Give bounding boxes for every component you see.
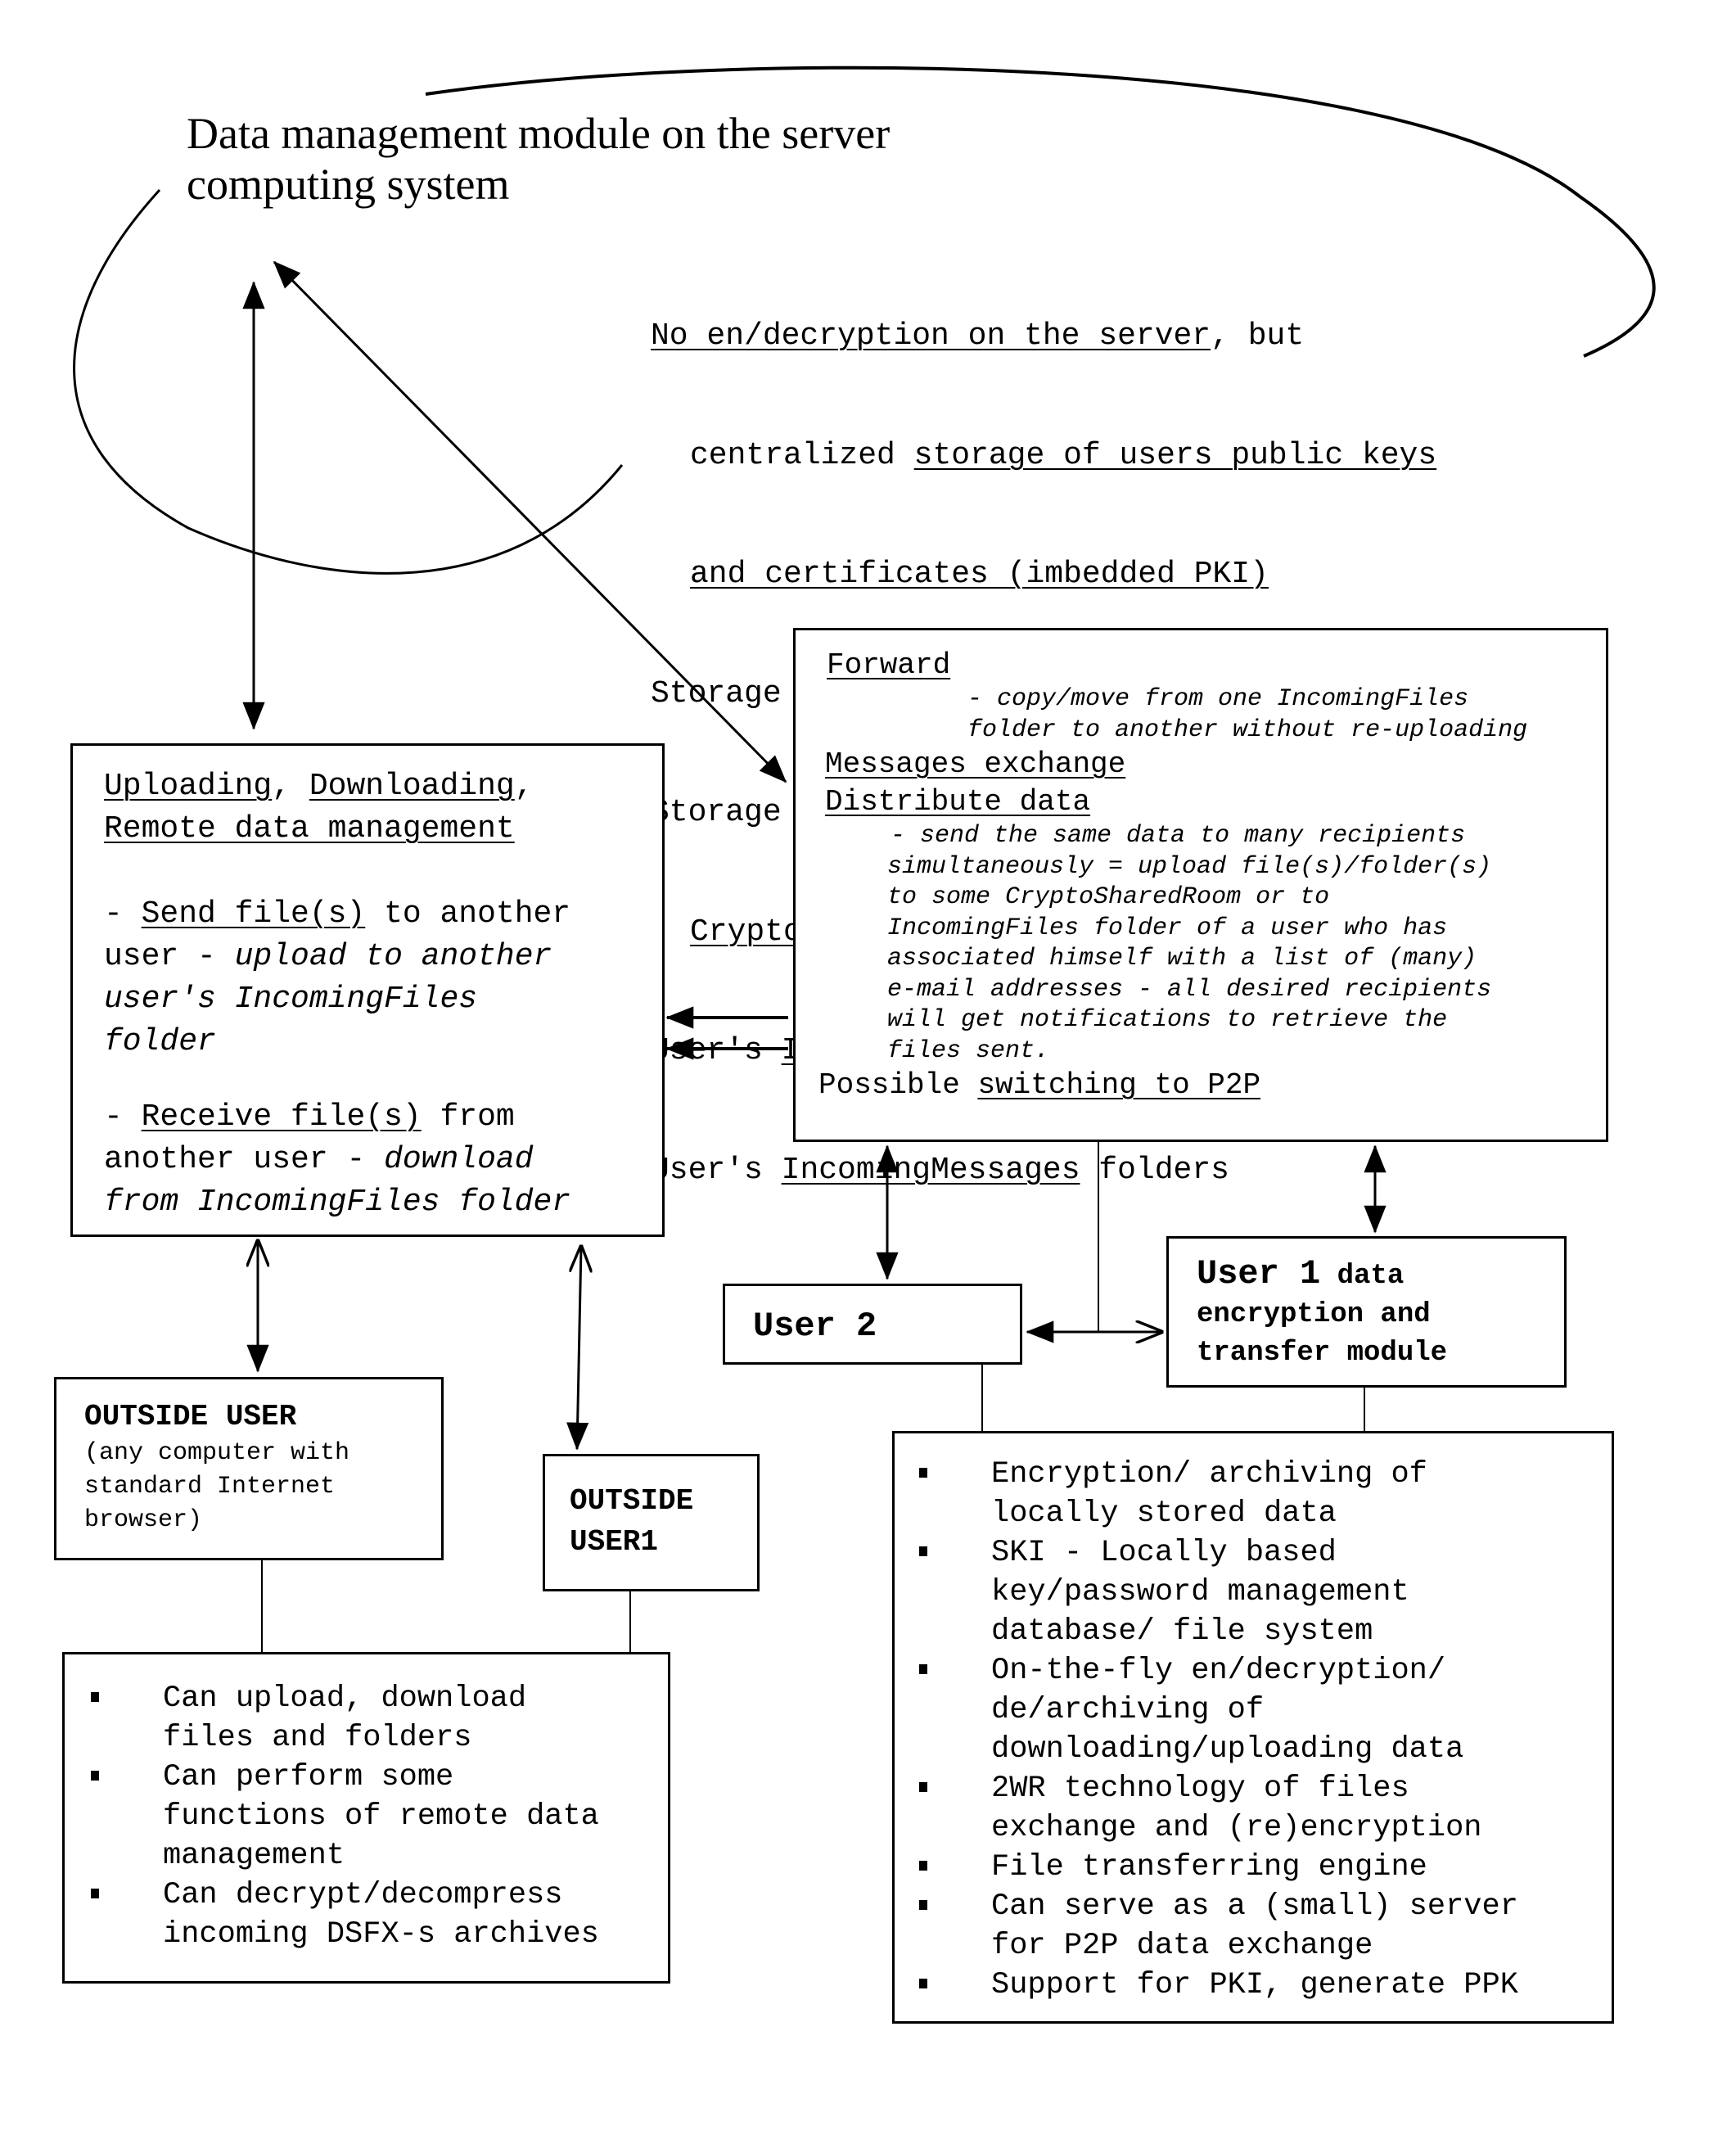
forward-heading: Forward [827, 648, 951, 682]
capability-item: On-the-fly en/decryption/de/archiving of… [904, 1651, 1612, 1769]
user2-label: User 2 [753, 1307, 877, 1346]
server-title-line1: Data management module on the server [187, 109, 891, 158]
receive-files-line2: another user - download [104, 1142, 534, 1177]
server-title-line2: computing system [187, 160, 510, 209]
server-title: Data management module on the server com… [187, 108, 890, 210]
capability-item: Can upload, download files and folders [76, 1679, 668, 1758]
capability-item: 2WR technology of files exchange and (re)… [904, 1769, 1612, 1848]
forward-box: Forward - copy/move from one IncomingFil… [793, 628, 1608, 1142]
outside-capabilities-list: Can upload, download files and folders Ca… [65, 1679, 668, 1954]
outside-user-desc: (any computer with standard Internet bro… [84, 1439, 350, 1534]
server-feature: No en/decryption on the server, but [651, 318, 1305, 354]
upload-heading-line2: Remote data management [104, 811, 515, 846]
receive-files-line1: - Receive file(s) from [104, 1099, 515, 1135]
upload-heading-line1: Uploading, Downloading, [104, 769, 534, 804]
forward-desc-1: - copy/move from one IncomingFiles [967, 685, 1469, 713]
user1-capabilities-list: Encryption/ archiving of locally stored d… [895, 1455, 1612, 2005]
capability-item: Can serve as a (small) server for P2P dat… [904, 1887, 1612, 1966]
arrow-upload-outside-user1 [577, 1246, 581, 1449]
receive-files-line3: from IncomingFiles folder [104, 1185, 571, 1220]
outside-user1-box: OUTSIDE USER1 [543, 1454, 760, 1591]
send-files-line1: - Send file(s) to another [104, 896, 571, 932]
outside-capabilities-box: Can upload, download files and folders Ca… [62, 1652, 670, 1984]
capability-item: Encryption/ archiving of locally stored d… [904, 1455, 1612, 1533]
capability-item: File transferring engine [904, 1848, 1612, 1887]
messages-heading: Messages exchange [825, 747, 1126, 781]
send-files-line4: folder [104, 1024, 216, 1059]
outside-user-title: OUTSIDE USER [84, 1400, 297, 1433]
user1-box: User 1 data encryption and transfer modu… [1166, 1236, 1567, 1388]
send-files-line3: user's IncomingFiles [104, 982, 478, 1017]
outside-user-box: OUTSIDE USER (any computer with standard… [54, 1377, 444, 1560]
server-feature: centralized storage of users public keys [690, 437, 1437, 473]
server-feature: User's IncomingMessages folders [651, 1152, 1229, 1188]
server-feature: and certificates (imbedded PKI) [690, 557, 1269, 592]
user1-label: User 1 [1197, 1254, 1321, 1293]
distribute-heading: Distribute data [825, 785, 1091, 819]
capability-item: Can decrypt/decompress incoming DSFX-s ar… [76, 1875, 668, 1954]
send-files-line2: user - upload to another [104, 939, 552, 974]
forward-desc-2: folder to another without re-uploading [967, 715, 1528, 744]
server-ellipse-left [73, 188, 624, 575]
capability-item: Can perform some functions of remote data… [76, 1758, 668, 1875]
p2p-line-text: Possible switching to P2P [818, 1068, 1261, 1102]
user1-capabilities-box: Encryption/ archiving of locally stored d… [892, 1431, 1614, 2024]
capability-item: SKI - Locally based key/password manageme… [904, 1533, 1612, 1651]
distribute-desc: - send the same data to many recipients … [887, 822, 1492, 1065]
upload-download-box: Uploading, Downloading, Remote data mana… [70, 743, 665, 1237]
user2-box: User 2 [723, 1284, 1022, 1365]
capability-item: Support for PKI, generate PPK [904, 1966, 1612, 2005]
